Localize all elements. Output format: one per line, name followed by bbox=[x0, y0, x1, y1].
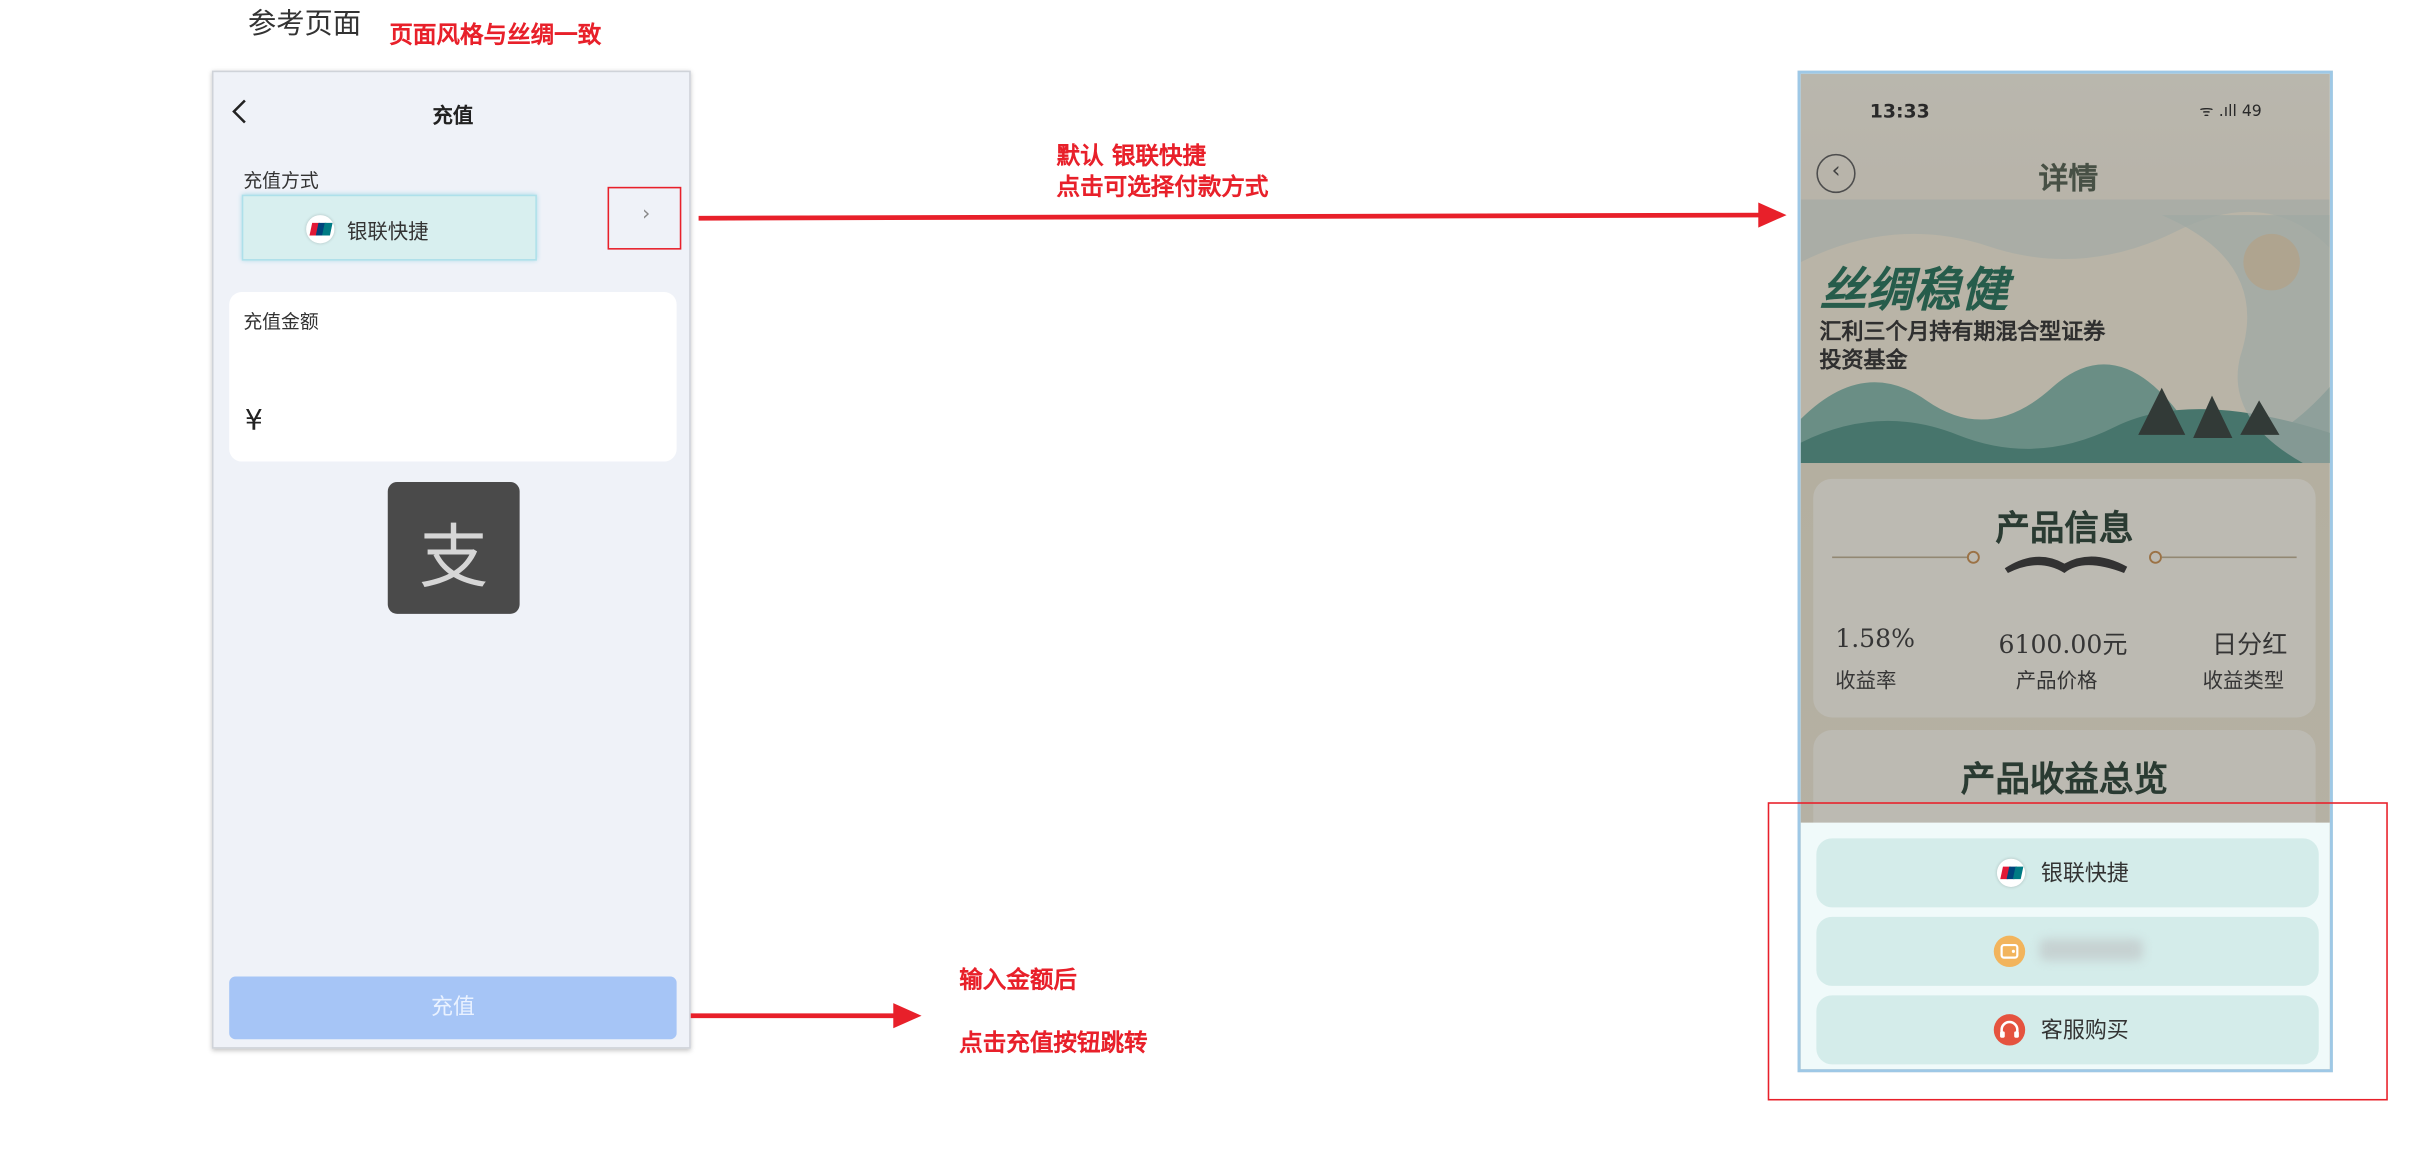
annotation-arrows bbox=[690, 202, 1787, 1029]
